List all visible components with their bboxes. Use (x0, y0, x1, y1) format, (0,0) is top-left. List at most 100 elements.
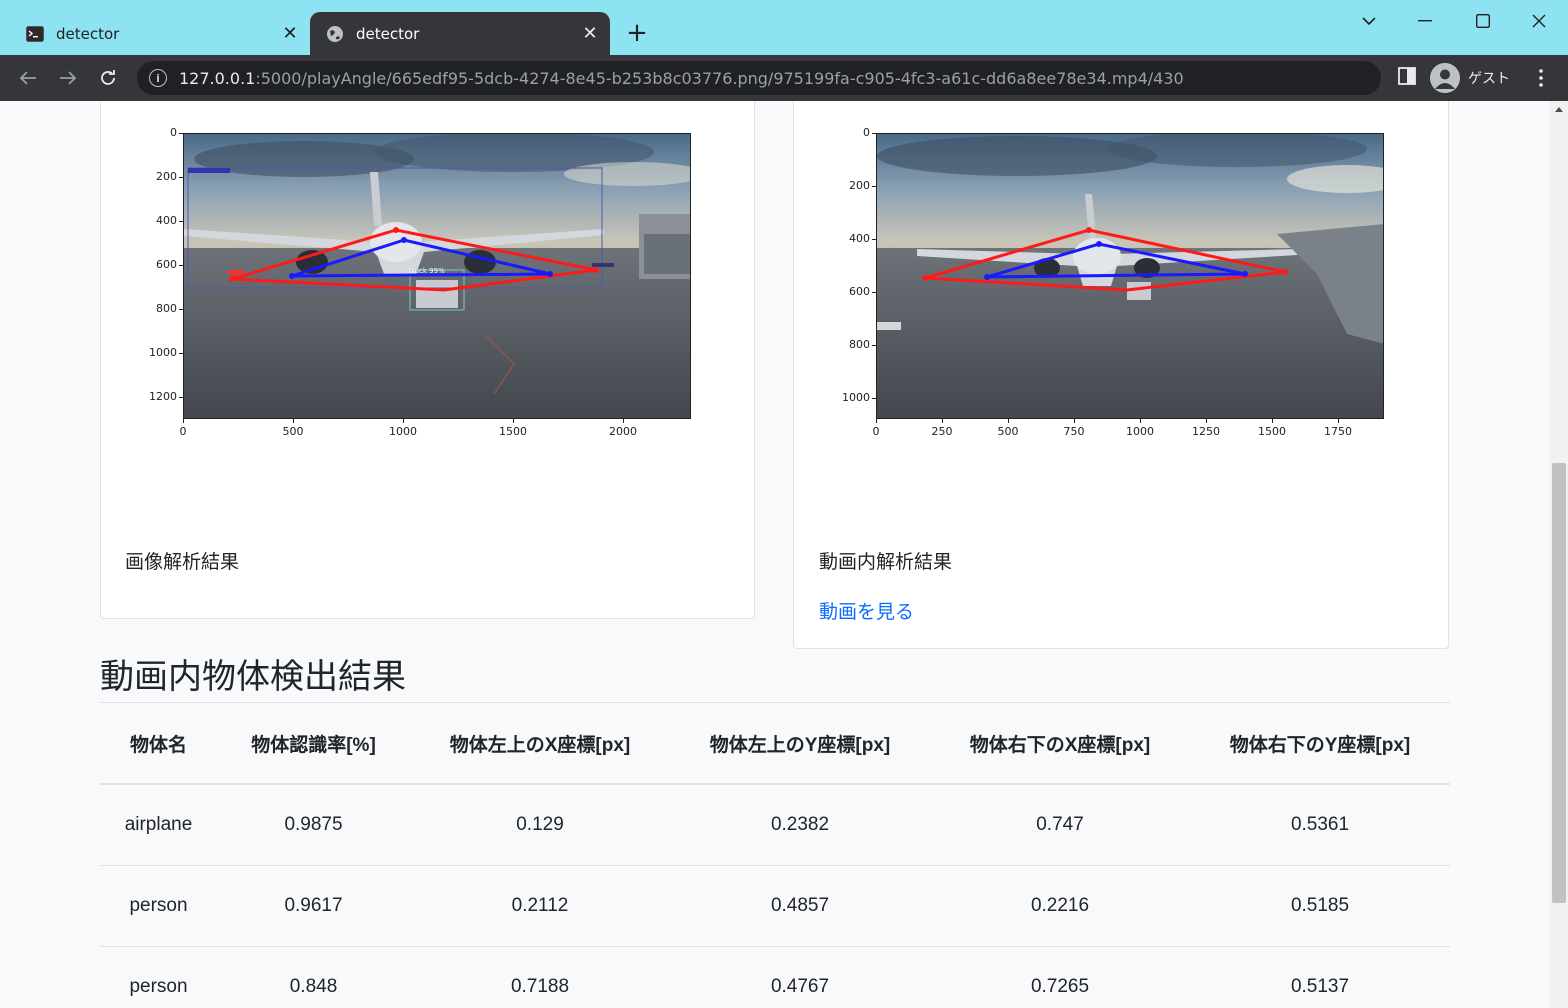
back-arrow-icon[interactable] (12, 62, 44, 94)
x-tick-mark (1008, 419, 1009, 423)
browser-toolbar: i 127.0.0.1:5000/playAngle/665edf95-5dcb… (0, 55, 1568, 101)
table-cell: 0.7265 (1030, 976, 1090, 997)
minimize-icon[interactable] (1396, 4, 1454, 38)
table-header-cell: 物体左上のY座標[px] (709, 734, 891, 756)
table-cell: 0.5137 (1290, 976, 1350, 997)
table-cell: 0.747 (1036, 814, 1084, 835)
watch-video-link[interactable]: 動画を見る (819, 597, 914, 624)
image-overlay: truck 99% (184, 134, 690, 395)
y-tick-mark (179, 133, 183, 134)
y-tick-label: 200 (849, 179, 870, 192)
table-cell: person (129, 976, 188, 997)
close-window-icon[interactable] (1510, 4, 1568, 38)
table-cell: 0.7188 (510, 976, 570, 997)
page-viewport: truck 99% 画像解析結果 動画内解析結果 動画を見る 動画内物体検出結果… (0, 101, 1550, 1008)
detection-results-table: 物体名 物体認識率[%] 物体左上のX座標[px] 物体左上のY座標[px] 物… (100, 702, 1450, 1008)
table-cell: 0.2112 (511, 895, 569, 916)
y-tick-mark (872, 398, 876, 399)
x-tick-label: 0 (179, 425, 187, 438)
profile-button[interactable]: ゲスト (1430, 61, 1510, 95)
section-title: 動画内物体検出結果 (100, 658, 406, 696)
y-tick-label: 800 (849, 338, 870, 351)
table-cell: 0.4767 (770, 976, 830, 997)
table-cell: 0.4857 (770, 895, 830, 916)
x-tick-label: 1000 (1126, 425, 1154, 438)
x-tick-mark (1272, 419, 1273, 423)
y-tick-label: 1000 (842, 391, 870, 404)
x-tick-label: 0 (872, 425, 880, 438)
table-header-cell: 物体右下のX座標[px] (969, 734, 1151, 756)
x-tick-mark (1074, 419, 1075, 423)
image-analysis-caption: 画像解析結果 (125, 552, 240, 573)
tab-detector-terminal[interactable]: detector ✕ (10, 12, 310, 55)
reload-icon[interactable] (92, 62, 124, 94)
x-tick-label: 1000 (389, 425, 417, 438)
y-tick-label: 1200 (149, 390, 177, 403)
tab-close-icon[interactable]: ✕ (276, 20, 304, 48)
tab-search-chevron-icon[interactable] (1340, 4, 1398, 38)
y-tick-mark (179, 309, 183, 310)
side-panel-icon[interactable] (1396, 65, 1422, 91)
y-tick-label: 0 (863, 126, 870, 139)
y-tick-mark (179, 265, 183, 266)
tab-close-icon[interactable]: ✕ (576, 20, 604, 48)
globe-icon (326, 25, 344, 43)
x-tick-mark (1206, 419, 1207, 423)
y-tick-mark (872, 345, 876, 346)
video-overlay (877, 134, 1383, 344)
avatar (1430, 63, 1460, 93)
kebab-menu-icon[interactable] (1528, 63, 1554, 93)
x-tick-label: 1750 (1324, 425, 1352, 438)
table-cell: person (129, 895, 188, 916)
site-info-icon[interactable]: i (149, 69, 167, 87)
table-cell: 0.2216 (1030, 895, 1090, 916)
table-header-cell: 物体右下のY座標[px] (1229, 734, 1411, 756)
x-tick-label: 1250 (1192, 425, 1220, 438)
image-plot-frame: truck 99% (183, 133, 691, 419)
x-tick-mark (183, 419, 184, 423)
video-plot-frame (876, 133, 1384, 419)
y-tick-mark (872, 133, 876, 134)
x-tick-mark (942, 419, 943, 423)
table-cell: 0.5361 (1290, 814, 1350, 835)
table-cell: 0.129 (516, 814, 564, 835)
x-tick-label: 1500 (499, 425, 527, 438)
table-row: person 0.848 0.7188 0.4767 0.7265 0.5137 (100, 946, 1450, 1008)
table-row: person 0.9617 0.2112 0.4857 0.2216 0.518… (100, 865, 1450, 946)
y-tick-label: 1000 (149, 346, 177, 359)
table-cell: 0.5185 (1290, 895, 1350, 916)
y-tick-label: 600 (849, 285, 870, 298)
table-header-cell: 物体認識率[%] (251, 734, 376, 756)
y-tick-label: 600 (156, 258, 177, 271)
scrollbar-thumb[interactable] (1552, 463, 1566, 903)
y-tick-mark (872, 239, 876, 240)
scroll-up-arrow-icon[interactable] (1555, 107, 1563, 112)
new-tab-plus-icon[interactable]: + (622, 18, 652, 48)
maximize-icon[interactable] (1454, 4, 1512, 38)
x-tick-mark (1140, 419, 1141, 423)
x-tick-label: 500 (282, 425, 304, 438)
x-tick-mark (1338, 419, 1339, 423)
y-tick-mark (872, 292, 876, 293)
table-cell: 0.9875 (284, 814, 343, 835)
table-cell: 0.9617 (284, 895, 343, 916)
page-scrollbar[interactable] (1550, 101, 1568, 1008)
profile-label: ゲスト (1468, 71, 1510, 87)
x-tick-label: 1500 (1258, 425, 1286, 438)
y-tick-label: 400 (849, 232, 870, 245)
y-tick-mark (872, 186, 876, 187)
table-cell: airplane (124, 814, 193, 835)
x-tick-mark (513, 419, 514, 423)
tab-title: detector (56, 24, 120, 43)
forward-arrow-icon[interactable] (52, 62, 84, 94)
y-tick-mark (179, 221, 183, 222)
address-bar[interactable]: i 127.0.0.1:5000/playAngle/665edf95-5dcb… (137, 61, 1381, 95)
tab-detector-active[interactable]: detector ✕ (310, 12, 610, 55)
x-tick-mark (876, 419, 877, 423)
terminal-icon (26, 25, 44, 43)
table-row: airplane 0.9875 0.129 0.2382 0.747 0.536… (100, 784, 1450, 865)
table-header-row: 物体名 物体認識率[%] 物体左上のX座標[px] 物体左上のY座標[px] 物… (100, 702, 1450, 784)
url-text: 127.0.0.1:5000/playAngle/665edf95-5dcb-4… (179, 68, 1184, 88)
y-tick-label: 0 (170, 126, 177, 139)
x-tick-mark (293, 419, 294, 423)
